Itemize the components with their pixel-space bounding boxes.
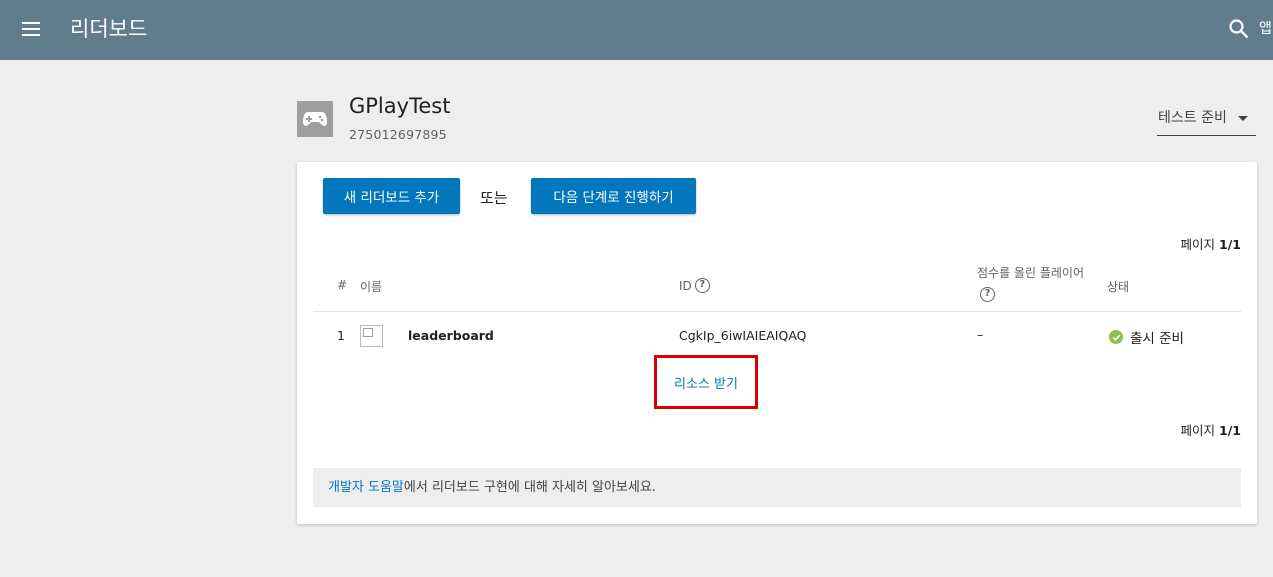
help-icon[interactable]: ? [694,278,710,293]
pager-value: 1/1 [1219,423,1241,438]
leaderboard-id: CgkIp_6iwIAIEAIQAQ [679,328,807,343]
pager-label: 페이지 [1180,237,1216,252]
table-divider [313,311,1241,312]
apps-menu-label[interactable]: 앱 [1259,18,1272,38]
column-header-name: 이름 [360,280,383,294]
top-app-bar: 리더보드 앱 [0,0,1273,60]
pager-top: 페이지 1/1 [1179,234,1241,253]
game-id: 275012697895 [349,127,447,142]
search-icon[interactable] [1228,18,1250,40]
or-text: 또는 [480,189,508,207]
help-icon[interactable]: ? [980,287,995,302]
pager-bottom: 페이지 1/1 [1179,420,1241,439]
next-step-button[interactable]: 다음 단계로 진행하기 [531,178,696,214]
pager-label: 페이지 [1180,423,1216,438]
leaderboard-image-icon [360,325,383,347]
developer-help-link[interactable]: 개발자 도움말 [328,480,404,495]
leaderboard-name-link[interactable]: leaderboard [408,328,494,343]
column-header-state: 상태 [1107,280,1130,294]
column-header-players: 점수를 올린 플레이어 ? [977,263,1087,305]
gamepad-icon [297,101,333,137]
dropdown-caret-icon [1238,116,1248,121]
column-header-id-label: ID [679,278,692,293]
help-banner: 개발자 도움말에서 리더보드 구현에 대해 자세히 알아보세요. [313,468,1241,507]
leaderboards-card: 새 리더보드 추가 또는 다음 단계로 진행하기 페이지 1/1 # 이름 ID… [297,162,1257,524]
leaderboard-state: 출시 준비 [1109,327,1184,347]
add-leaderboard-button[interactable]: 새 리더보드 추가 [323,178,460,214]
row-number: 1 [337,328,345,343]
get-resources-link[interactable]: 리소스 받기 [654,355,758,409]
check-circle-icon [1109,330,1123,344]
pager-value: 1/1 [1219,237,1241,252]
menu-icon[interactable] [20,18,44,42]
column-header-number: # [337,278,348,292]
page-title: 리더보드 [70,17,148,41]
game-name: GPlayTest [349,94,451,118]
leaderboard-state-label: 출시 준비 [1130,331,1184,347]
column-header-id: ID ? [679,278,710,293]
release-status-value: 테스트 준비 [1158,110,1227,126]
column-header-players-label: 점수를 올린 플레이어 [977,266,1084,280]
help-banner-text: 에서 리더보드 구현에 대해 자세히 알아보세요. [403,480,656,495]
release-status-dropdown[interactable]: 테스트 준비 [1157,103,1256,136]
leaderboard-players: – [977,327,984,342]
